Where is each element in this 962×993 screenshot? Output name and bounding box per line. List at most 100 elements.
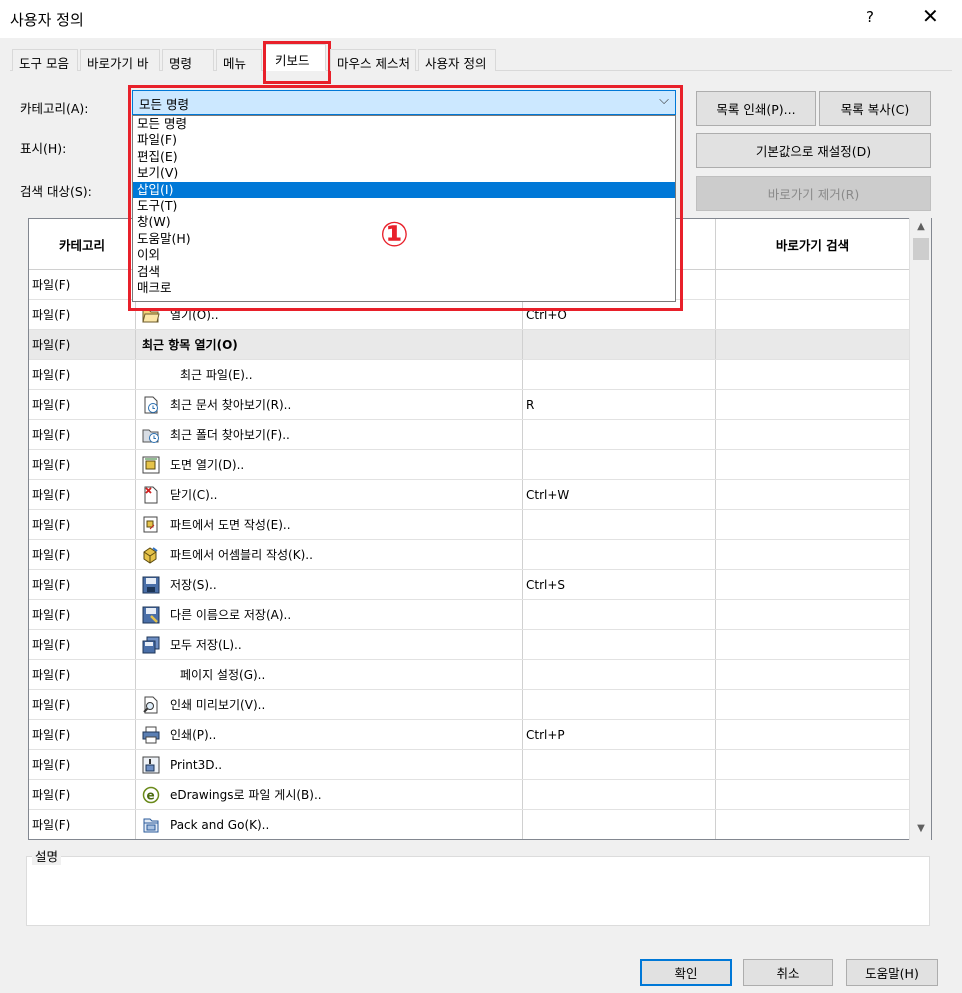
tab-menus[interactable]: 메뉴 [216, 49, 262, 71]
row-shortcut-cell[interactable]: Ctrl+W [523, 480, 716, 509]
row-command-label: Print3D.. [170, 757, 223, 772]
table-row[interactable]: 파일(F) 최근 항목 열기(O) [29, 330, 931, 360]
row-search-shortcut-cell [716, 570, 910, 599]
row-search-shortcut-cell [716, 270, 910, 299]
row-shortcut-cell[interactable] [523, 690, 716, 719]
row-search-shortcut-cell [716, 750, 910, 779]
tab-mouse-gestures[interactable]: 마우스 제스처 [330, 49, 416, 71]
row-command: 인쇄 미리보기(V).. [136, 690, 523, 719]
row-command: 모두 저장(L).. [136, 630, 523, 659]
row-shortcut-cell[interactable] [523, 750, 716, 779]
row-shortcut-cell[interactable] [523, 420, 716, 449]
row-command-label: 최근 폴더 찾아보기(F).. [170, 428, 290, 442]
row-command-label: 인쇄 미리보기(V).. [170, 698, 266, 712]
row-command: 파트에서 어셈블리 작성(K).. [136, 540, 523, 569]
row-command-label: 파트에서 도면 작성(E).. [170, 518, 291, 532]
blank-icon-space [152, 666, 170, 684]
help-button[interactable]: ? [866, 8, 874, 26]
row-category: 파일(F) [29, 300, 136, 329]
table-row[interactable]: 파일(F) 도면 열기(D).. [29, 450, 931, 480]
scroll-down-icon[interactable]: ▼ [910, 820, 932, 838]
header-search-shortcut[interactable]: 바로가기 검색 [716, 219, 910, 269]
tab-commands[interactable]: 명령 [162, 49, 214, 71]
table-row[interactable]: 파일(F) 다른 이름으로 저장(A).. [29, 600, 931, 630]
table-row[interactable]: 파일(F) 페이지 설정(G).. [29, 660, 931, 690]
print-list-button[interactable]: 목록 인쇄(P)... [696, 91, 816, 126]
row-shortcut-cell[interactable] [523, 780, 716, 809]
table-row[interactable]: 파일(F) 최근 문서 찾아보기(R).. R [29, 390, 931, 420]
row-shortcut-cell[interactable]: Ctrl+S [523, 570, 716, 599]
table-row[interactable]: 파일(F) 저장(S).. Ctrl+S [29, 570, 931, 600]
row-category: 파일(F) [29, 330, 136, 359]
row-search-shortcut-cell [716, 600, 910, 629]
row-shortcut-cell[interactable] [523, 660, 716, 689]
row-shortcut-cell[interactable]: Ctrl+P [523, 720, 716, 749]
row-shortcut-cell[interactable] [523, 450, 716, 479]
table-row[interactable]: 파일(F) 최근 파일(E).. [29, 360, 931, 390]
help-dialog-button[interactable]: 도움말(H) [846, 959, 938, 986]
row-command-label: 최근 문서 찾아보기(R).. [170, 398, 292, 412]
row-shortcut-cell[interactable] [523, 330, 716, 359]
row-command-label: 파트에서 어셈블리 작성(K).. [170, 548, 313, 562]
row-search-shortcut-cell [716, 450, 910, 479]
row-category: 파일(F) [29, 690, 136, 719]
table-row[interactable]: 파일(F) 인쇄 미리보기(V).. [29, 690, 931, 720]
show-label: 표시(H): [20, 141, 67, 156]
tab-toolbars[interactable]: 도구 모음 [12, 49, 78, 71]
row-command: 최근 파일(E).. [136, 360, 523, 389]
row-command-label: 모두 저장(L).. [170, 638, 242, 652]
reset-defaults-button[interactable]: 기본값으로 재설정(D) [696, 133, 931, 168]
row-search-shortcut-cell [716, 360, 910, 389]
row-shortcut-cell[interactable] [523, 510, 716, 539]
category-label: 카테고리(A): [20, 101, 89, 116]
print-icon [142, 726, 160, 744]
table-row[interactable]: 파일(F) 파트에서 어셈블리 작성(K).. [29, 540, 931, 570]
svg-text:e: e [147, 788, 155, 802]
row-search-shortcut-cell [716, 780, 910, 809]
row-shortcut-cell[interactable] [523, 540, 716, 569]
table-row[interactable]: 파일(F) 파트에서 도면 작성(E).. [29, 510, 931, 540]
copy-list-button[interactable]: 목록 복사(C) [819, 91, 931, 126]
open-drawing-icon [142, 456, 160, 474]
header-category[interactable]: 카테고리 [29, 219, 136, 269]
row-search-shortcut-cell [716, 540, 910, 569]
row-shortcut-cell[interactable] [523, 810, 716, 839]
table-row[interactable]: 파일(F) Print3D.. [29, 750, 931, 780]
row-category: 파일(F) [29, 420, 136, 449]
row-category: 파일(F) [29, 660, 136, 689]
row-category: 파일(F) [29, 390, 136, 419]
tab-shortcut-bar[interactable]: 바로가기 바 [80, 49, 160, 71]
tab-customization[interactable]: 사용자 정의 [418, 49, 496, 71]
table-row[interactable]: 파일(F) e eDrawings로 파일 게시(B).. [29, 780, 931, 810]
row-command: 인쇄(P).. [136, 720, 523, 749]
cancel-button[interactable]: 취소 [743, 959, 833, 986]
row-search-shortcut-cell [716, 420, 910, 449]
table-row[interactable]: 파일(F) 최근 폴더 찾아보기(F).. [29, 420, 931, 450]
row-command-label: 최근 항목 열기(O) [142, 338, 238, 352]
ok-button[interactable]: 확인 [640, 959, 732, 986]
row-search-shortcut-cell [716, 300, 910, 329]
row-command: 최근 항목 열기(O) [136, 330, 523, 359]
row-shortcut-cell[interactable] [523, 600, 716, 629]
row-shortcut-cell[interactable] [523, 360, 716, 389]
row-search-shortcut-cell [716, 510, 910, 539]
drawing-from-part-icon [142, 516, 160, 534]
table-scrollbar[interactable]: ▲ ▼ [909, 218, 931, 840]
table-row[interactable]: 파일(F) 인쇄(P).. Ctrl+P [29, 720, 931, 750]
row-shortcut-cell[interactable] [523, 630, 716, 659]
row-command: 페이지 설정(G).. [136, 660, 523, 689]
row-command-label: Pack and Go(K).. [170, 817, 270, 832]
table-row[interactable]: 파일(F) 닫기(C).. Ctrl+W [29, 480, 931, 510]
remove-shortcut-button[interactable]: 바로가기 제거(R) [696, 176, 931, 211]
close-button[interactable]: ✕ [922, 4, 939, 28]
scroll-up-icon[interactable]: ▲ [910, 218, 932, 236]
row-command-label: 페이지 설정(G).. [180, 668, 266, 682]
row-command: Pack and Go(K).. [136, 810, 523, 839]
row-command: 최근 문서 찾아보기(R).. [136, 390, 523, 419]
dropdown-highlight-frame [128, 85, 683, 311]
table-row[interactable]: 파일(F) Pack and Go(K).. [29, 810, 931, 839]
row-shortcut-cell[interactable]: R [523, 390, 716, 419]
row-command: 파트에서 도면 작성(E).. [136, 510, 523, 539]
scroll-thumb[interactable] [913, 238, 929, 260]
table-row[interactable]: 파일(F) 모두 저장(L).. [29, 630, 931, 660]
